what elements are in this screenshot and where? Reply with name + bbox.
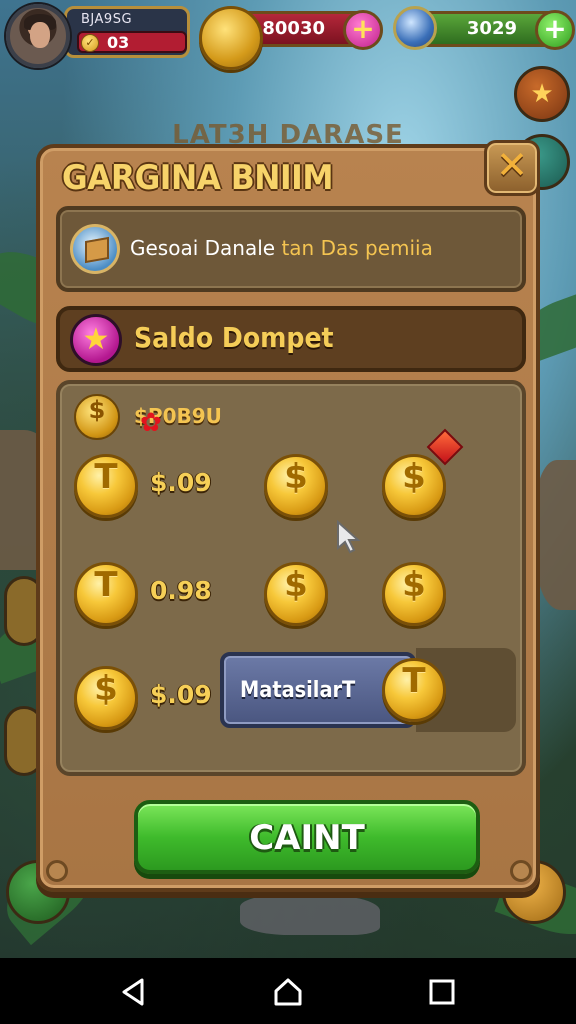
coin-option[interactable]: T — [74, 454, 138, 518]
player-level: 03 — [107, 33, 130, 52]
gem-balance: 3029 — [466, 18, 517, 39]
profile-card: BJA9SG ✓ 03 — [64, 6, 190, 58]
close-icon: ✕ — [496, 143, 528, 187]
add-gems-button[interactable]: + — [535, 10, 575, 50]
back-icon[interactable] — [118, 976, 150, 1008]
recent-apps-icon[interactable] — [426, 976, 458, 1008]
dialog-title: GARGINA BNIIM — [62, 158, 334, 198]
system-nav-bar — [0, 958, 576, 1024]
coin-option[interactable]: $ — [74, 666, 138, 730]
coin-option[interactable]: T — [74, 562, 138, 626]
market-coin-icon: T — [382, 658, 446, 722]
coin-option-value: $.09 — [150, 468, 212, 497]
rock-decoration — [536, 460, 576, 610]
coin-balance: 80030 — [262, 18, 325, 39]
star-icon: ★ — [70, 314, 122, 366]
market-button-label: MatasilarT — [240, 678, 356, 703]
player-profile[interactable]: BJA9SG ✓ 03 — [6, 4, 190, 68]
level-bar: ✓ 03 — [77, 31, 187, 53]
close-button[interactable]: ✕ — [484, 140, 540, 196]
home-icon[interactable] — [272, 976, 304, 1008]
wallet-balance-header: ★ Saldo Dompet — [56, 306, 526, 372]
player-name: BJA9SG — [81, 12, 133, 27]
avatar[interactable] — [6, 4, 70, 68]
primary-action-button[interactable]: CAINT — [134, 800, 480, 874]
coin-option[interactable]: $ — [264, 454, 328, 518]
add-coins-button[interactable]: + — [343, 10, 383, 50]
ribbon-bow-icon: ✿ — [140, 408, 162, 438]
gem-icon — [393, 6, 437, 50]
dollar-coin-icon: $ — [74, 394, 120, 440]
coin-option[interactable]: $ — [382, 562, 446, 626]
stone-slab — [240, 895, 380, 935]
info-text-highlight: tan Das pemiia — [281, 236, 433, 260]
wallet-dialog: GARGINA BNIIM ✕ Gesoai Danale tan Das pe… — [36, 140, 540, 892]
coin-option-value: 0.98 — [150, 576, 212, 605]
coin-balance-bar: 80030 + — [199, 6, 383, 70]
package-icon — [70, 224, 120, 274]
coin-option[interactable]: $ — [264, 562, 328, 626]
info-text-prefix: Gesoai — [130, 236, 199, 260]
rivet-decoration — [46, 860, 68, 882]
coin-icon — [199, 6, 263, 70]
coin-option-value: $.09 — [150, 680, 212, 709]
info-text: Gesoai Danale tan Das pemiia — [130, 236, 433, 260]
coin-option[interactable]: $ — [382, 454, 446, 518]
rivet-decoration — [510, 860, 532, 882]
pointer-cursor-icon — [337, 520, 361, 554]
primary-action-label: CAINT — [249, 818, 365, 858]
info-text-mid: Danale — [198, 236, 282, 260]
info-banner: Gesoai Danale tan Das pemiia — [56, 206, 526, 292]
star-side-button[interactable]: ★ — [514, 66, 570, 122]
gem-balance-bar: 3029 + — [393, 6, 575, 50]
level-coin-icon: ✓ — [81, 34, 99, 52]
avatar-face — [30, 22, 50, 48]
wallet-label: Saldo Dompet — [134, 321, 334, 354]
